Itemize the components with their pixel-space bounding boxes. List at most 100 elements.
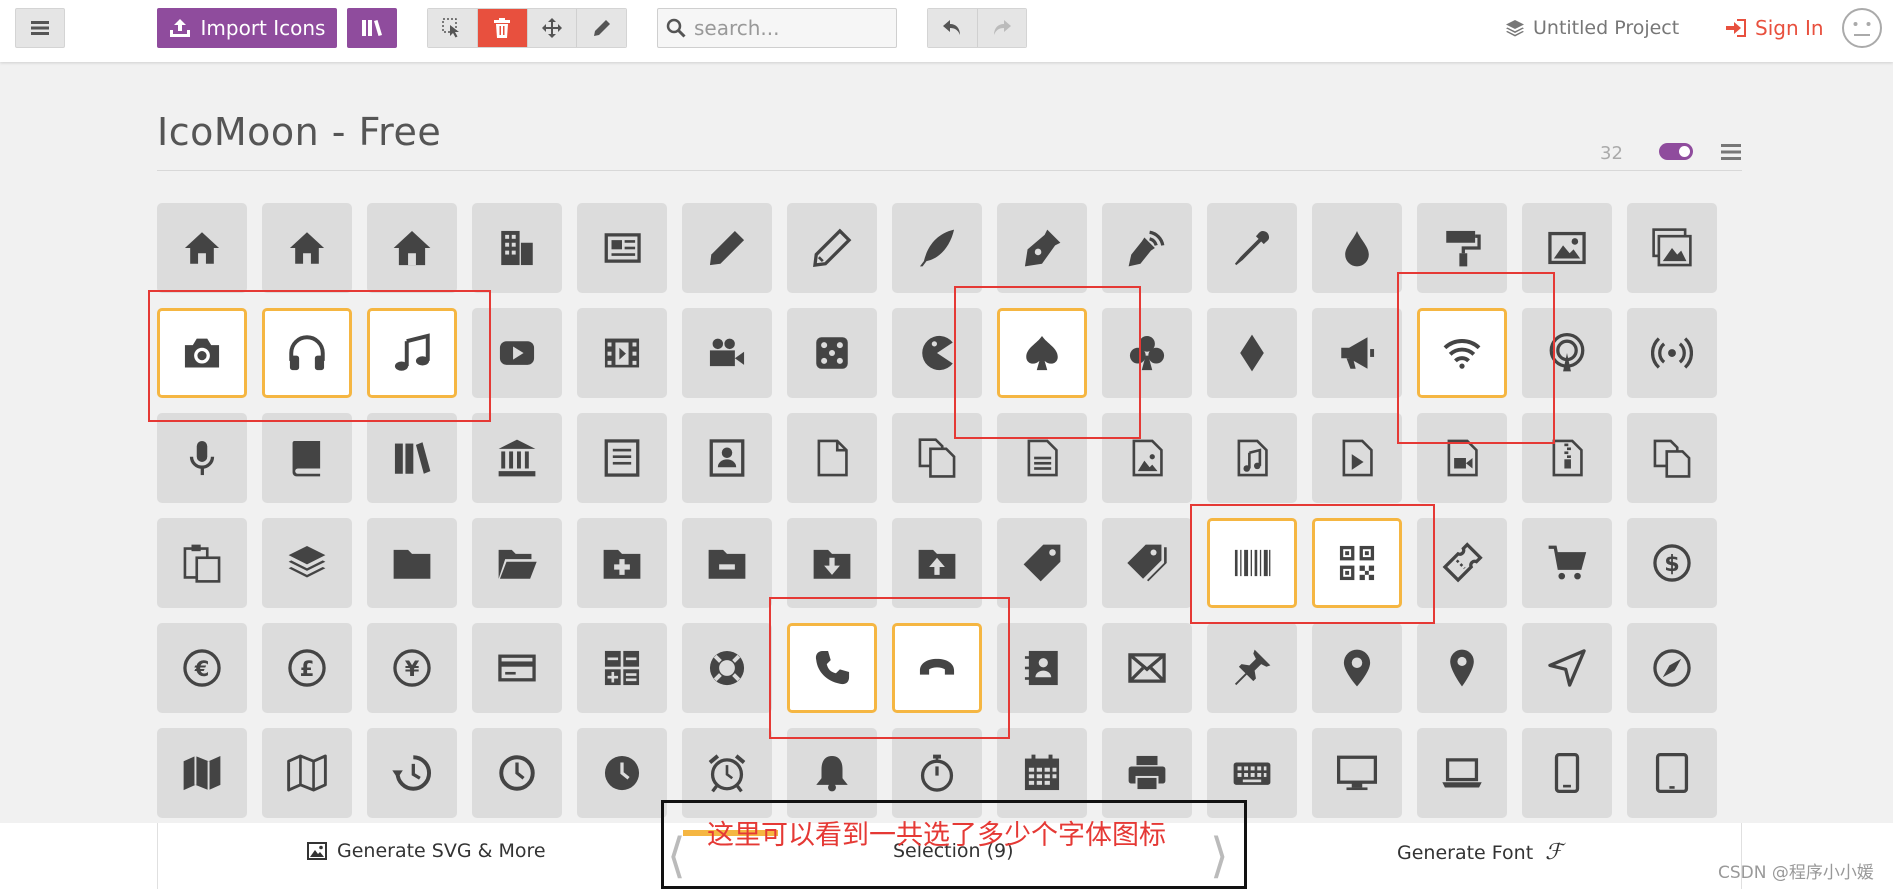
icon-cell-paste[interactable] [157, 518, 247, 608]
icon-cell-mobile[interactable] [1522, 728, 1612, 818]
icon-cell-cart[interactable] [1522, 518, 1612, 608]
icon-cell-eyedropper[interactable] [1207, 203, 1297, 293]
coin-yen-icon: ¥ [393, 649, 431, 687]
images-icon [1652, 228, 1692, 267]
film-icon [604, 338, 640, 368]
icon-cell-dice[interactable] [787, 308, 877, 398]
svg-text:$: $ [1664, 551, 1680, 577]
undo-button[interactable] [928, 9, 978, 47]
icon-cell-price-tags[interactable] [1102, 518, 1192, 608]
icon-cell-home2[interactable] [262, 203, 352, 293]
library-icon [498, 439, 536, 477]
icon-cell-envelop[interactable] [1102, 623, 1192, 713]
laptop-icon [1442, 758, 1482, 788]
icon-cell-map2[interactable] [262, 728, 352, 818]
icon-cell-bullhorn[interactable] [1312, 308, 1402, 398]
import-icons-button[interactable]: Import Icons [157, 8, 337, 48]
svg-text:€: € [194, 657, 210, 681]
icon-cell-mic[interactable] [157, 413, 247, 503]
icon-cell-map[interactable] [157, 728, 247, 818]
icon-cell-video-camera[interactable] [682, 308, 772, 398]
icon-cell-pencil2[interactable] [787, 203, 877, 293]
icon-cell-copy[interactable] [1627, 413, 1717, 503]
redo-button[interactable] [977, 9, 1026, 47]
icon-cell-location2[interactable] [1417, 623, 1507, 713]
icon-cell-pencil[interactable] [682, 203, 772, 293]
icon-cell-library[interactable] [472, 413, 562, 503]
icon-cell-feed[interactable] [1627, 308, 1717, 398]
icon-cell-location[interactable] [1312, 623, 1402, 713]
icon-cell-folder[interactable] [367, 518, 457, 608]
icon-cell-credit-card[interactable] [472, 623, 562, 713]
icon-cell-book[interactable] [262, 413, 352, 503]
icon-cell-pushpin[interactable] [1207, 623, 1297, 713]
icon-cell-folder-plus[interactable] [577, 518, 667, 608]
droplet-icon [1345, 230, 1369, 267]
sign-in-link[interactable]: Sign In [1725, 14, 1824, 42]
svg-text:¥: ¥ [405, 657, 420, 681]
set-menu-icon[interactable] [1721, 143, 1741, 161]
edit-tool-button[interactable] [577, 9, 626, 47]
map2-icon [287, 754, 327, 792]
user-avatar-icon[interactable] [1841, 7, 1883, 49]
folder-icon [393, 549, 431, 579]
icon-cell-diamonds[interactable] [1207, 308, 1297, 398]
icon-cell-profile[interactable] [682, 413, 772, 503]
icon-cell-file-play[interactable] [1312, 413, 1402, 503]
icon-cell-film[interactable] [577, 308, 667, 398]
icon-cell-coin-euro[interactable]: € [157, 623, 247, 713]
lifebuoy-icon [709, 650, 745, 686]
icon-cell-folder-open[interactable] [472, 518, 562, 608]
icon-cell-folder-minus[interactable] [682, 518, 772, 608]
icon-cell-history[interactable] [367, 728, 457, 818]
icon-cell-folder-upload[interactable] [892, 518, 982, 608]
icon-cell-price-tag[interactable] [997, 518, 1087, 608]
icon-cell-clock2[interactable] [577, 728, 667, 818]
icon-cell-newspaper[interactable] [577, 203, 667, 293]
library-button[interactable] [347, 8, 397, 48]
folder-plus-icon [603, 549, 641, 579]
folder-open-icon [498, 549, 537, 579]
icon-cell-calculator[interactable] [577, 623, 667, 713]
icon-cell-books[interactable] [367, 413, 457, 503]
icon-cell-lifebuoy[interactable] [682, 623, 772, 713]
icon-cell-folder-download[interactable] [787, 518, 877, 608]
icon-cell-pen[interactable] [997, 203, 1087, 293]
icon-cell-images[interactable] [1627, 203, 1717, 293]
move-tool-button[interactable] [527, 9, 578, 47]
icon-set-toggle[interactable] [1659, 143, 1693, 160]
icon-cell-file-empty[interactable] [787, 413, 877, 503]
icon-cell-laptop[interactable] [1417, 728, 1507, 818]
coin-pound-icon: £ [288, 649, 326, 687]
icon-cell-display[interactable] [1312, 728, 1402, 818]
delete-tool-button[interactable] [477, 9, 528, 47]
select-tool-button[interactable] [428, 9, 478, 47]
icon-cell-coin-pound[interactable]: £ [262, 623, 352, 713]
coin-dollar-icon: $ [1653, 544, 1691, 582]
icon-cell-clock[interactable] [472, 728, 562, 818]
icon-cell-blog[interactable] [1102, 203, 1192, 293]
icon-cell-tablet[interactable] [1627, 728, 1717, 818]
icon-cell-office[interactable] [472, 203, 562, 293]
project-selector[interactable]: Untitled Project [1505, 14, 1679, 42]
icon-cell-address-book[interactable] [997, 623, 1087, 713]
cursor-select-icon [442, 18, 460, 38]
icon-cell-compass2[interactable] [1627, 623, 1717, 713]
icon-cell-stack[interactable] [262, 518, 352, 608]
icon-cell-coin-yen[interactable]: ¥ [367, 623, 457, 713]
icon-cell-file-text[interactable] [577, 413, 667, 503]
icon-cell-coin-dollar[interactable]: $ [1627, 518, 1717, 608]
main-menu-button[interactable] [15, 8, 65, 48]
generate-font-button[interactable]: Generate Font ℱ [1397, 840, 1562, 865]
icon-cell-droplet[interactable] [1312, 203, 1402, 293]
icon-cell-quill[interactable] [892, 203, 982, 293]
tablet-icon [1655, 752, 1689, 794]
icon-cell-home3[interactable] [367, 203, 457, 293]
cart-icon [1548, 545, 1587, 580]
icon-cell-file-music[interactable] [1207, 413, 1297, 503]
search-input[interactable] [694, 16, 884, 40]
generate-svg-button[interactable]: Generate SVG & More [307, 840, 546, 862]
icon-cell-compass[interactable] [1522, 623, 1612, 713]
icon-cell-home[interactable] [157, 203, 247, 293]
diamonds-icon [1240, 334, 1264, 372]
